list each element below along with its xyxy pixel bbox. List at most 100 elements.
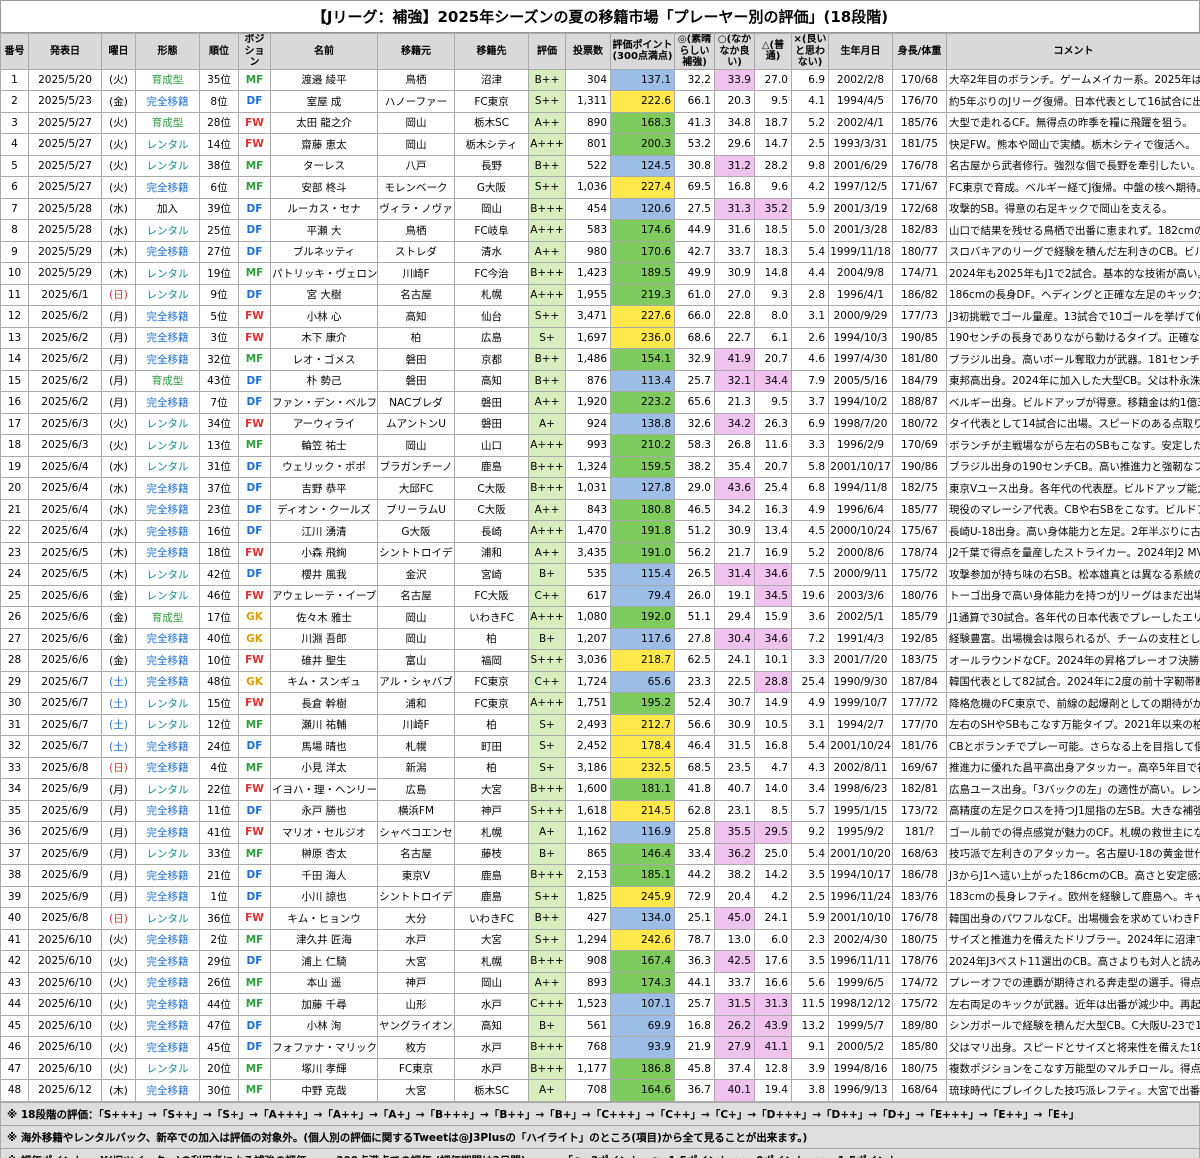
cell-type: 完全移籍 [135, 1079, 200, 1102]
table-row: 46 2025/6/10 (火) 完全移籍 45位 DF フォファナ・マリック 枚方 水戸 B++… [0, 1036, 1200, 1059]
column-header: 移籍元 [377, 33, 455, 70]
cell-excellent: 61.0 [674, 283, 715, 306]
cell-excellent: 21.9 [674, 1036, 715, 1059]
cell-bad: 3.9 [791, 1057, 829, 1080]
cell-excellent: 29.0 [674, 477, 715, 500]
table-row: 10 2025/5/29 (木) レンタル 19位 MF パトリッキ・ヴェロン 川崎F FC今治… [0, 262, 1200, 285]
column-header: △(普通) [754, 33, 792, 70]
cell-points: 232.5 [610, 756, 675, 779]
cell-date: 2025/6/6 [28, 627, 102, 650]
cell-grade: A++ [528, 971, 566, 994]
cell-to: 札幌 [454, 821, 529, 844]
cell-position: DF [238, 240, 271, 263]
cell-rank: 12位 [199, 713, 239, 736]
cell-points: 117.6 [610, 627, 675, 650]
cell-rank: 5位 [199, 305, 239, 328]
cell-position: DF [238, 498, 271, 521]
cell-name: ルーカス・セナ [270, 197, 378, 220]
cell-from: 高知 [377, 305, 455, 328]
cell-good: 40.7 [714, 778, 755, 801]
cell-grade: A+++ [528, 434, 566, 457]
cell-weekday: (月) [101, 391, 136, 414]
cell-height-weight: 185/79 [892, 606, 947, 629]
cell-name: 本山 遥 [270, 971, 378, 994]
cell-rank: 29位 [199, 950, 239, 973]
cell-points: 219.3 [610, 283, 675, 306]
cell-normal: 18.5 [754, 219, 792, 242]
cell-normal: 41.1 [754, 1036, 792, 1059]
cell-excellent: 56.6 [674, 713, 715, 736]
cell-height-weight: 186/78 [892, 864, 947, 887]
cell-name: 櫻井 風我 [270, 563, 378, 586]
cell-bad: 5.4 [791, 240, 829, 263]
cell-excellent: 46.5 [674, 498, 715, 521]
cell-date: 2025/6/2 [28, 305, 102, 328]
cell-type: 完全移籍 [135, 864, 200, 887]
cell-date: 2025/6/6 [28, 584, 102, 607]
cell-votes: 1,036 [565, 176, 611, 199]
cell-votes: 617 [565, 584, 611, 607]
cell-from: 山形 [377, 993, 455, 1016]
cell-birthdate: 1994/11/8 [828, 477, 893, 500]
cell-grade: A++ [528, 111, 566, 134]
cell-to: 京都 [454, 348, 529, 371]
table-row: 42 2025/6/10 (火) 完全移籍 29位 DF 浦上 仁騎 大宮 札幌 B+++ 908 1… [0, 950, 1200, 973]
cell-excellent: 41.8 [674, 778, 715, 801]
cell-position: MF [238, 971, 271, 994]
cell-from: 名古屋 [377, 842, 455, 865]
cell-weekday: (火) [101, 1014, 136, 1037]
cell-grade: B+++ [528, 477, 566, 500]
cell-weekday: (火) [101, 154, 136, 177]
cell-date: 2025/6/4 [28, 455, 102, 478]
cell-position: DF [238, 219, 271, 242]
cell-points: 134.0 [610, 907, 675, 930]
note-row: ※ 評価ポイント = X(旧ツイッター)の利用者による補強の評価 → 300点満… [0, 1148, 1200, 1158]
table-row: 44 2025/6/10 (火) 完全移籍 44位 MF 加藤 千尋 山形 水戸 C+++ 1,52… [0, 993, 1200, 1016]
table-header-row: 番号 発表日 曜日 形態 順位 ポジション 名前 移籍元 移籍先 評価 投票数 評価ポイント(300点… [0, 33, 1200, 70]
column-header: ○(なかなか良い) [714, 33, 755, 70]
cell-excellent: 62.8 [674, 799, 715, 822]
cell-birthdate: 1991/4/3 [828, 627, 893, 650]
cell-comment: 推進力に優れた昌平高出身アタッカー。高卒5年目で初の移籍。 [946, 756, 1200, 779]
cell-bad: 3.1 [791, 305, 829, 328]
cell-excellent: 32.6 [674, 412, 715, 435]
cell-name: 永戸 勝也 [270, 799, 378, 822]
cell-rank: 19位 [199, 262, 239, 285]
cell-height-weight: 180/75 [892, 1057, 947, 1080]
cell-good: 24.1 [714, 649, 755, 672]
cell-good: 31.5 [714, 735, 755, 758]
cell-bad: 3.8 [791, 1079, 829, 1102]
cell-bad: 7.9 [791, 369, 829, 392]
cell-from: 水戸 [377, 928, 455, 951]
cell-good: 26.2 [714, 1014, 755, 1037]
cell-weekday: (月) [101, 305, 136, 328]
cell-grade: C++ [528, 670, 566, 693]
table-row: 36 2025/6/9 (月) 完全移籍 41位 FW マリオ・セルジオ シャペコエンセ 札幌 A… [0, 821, 1200, 844]
cell-grade: C++ [528, 584, 566, 607]
cell-excellent: 58.3 [674, 434, 715, 457]
cell-height-weight: 178/76 [892, 950, 947, 973]
cell-height-weight: 181/76 [892, 735, 947, 758]
cell-number: 41 [0, 928, 29, 951]
cell-grade: B++ [528, 154, 566, 177]
cell-to: 水戸 [454, 1057, 529, 1080]
cell-grade: S+ [528, 326, 566, 349]
cell-date: 2025/5/28 [28, 219, 102, 242]
cell-to: G大阪 [454, 176, 529, 199]
cell-date: 2025/6/2 [28, 369, 102, 392]
cell-bad: 4.6 [791, 348, 829, 371]
table-row: 27 2025/6/6 (金) 完全移籍 40位 GK 川淵 吾郎 岡山柏 B+ 1,207 117… [0, 627, 1200, 650]
cell-type: 完全移籍 [135, 649, 200, 672]
cell-type: 育成型 [135, 111, 200, 134]
cell-weekday: (水) [101, 477, 136, 500]
cell-comment: 琉球時代にブレイクした技巧派レフティ。大宮で出番に恵まれず。 [946, 1079, 1200, 1102]
cell-votes: 3,036 [565, 649, 611, 672]
cell-height-weight: 178/74 [892, 541, 947, 564]
cell-excellent: 25.8 [674, 821, 715, 844]
cell-weekday: (土) [101, 735, 136, 758]
cell-date: 2025/6/10 [28, 1036, 102, 1059]
cell-type: 完全移籍 [135, 928, 200, 951]
cell-rank: 21位 [199, 864, 239, 887]
cell-weekday: (火) [101, 971, 136, 994]
cell-position: MF [238, 1057, 271, 1080]
